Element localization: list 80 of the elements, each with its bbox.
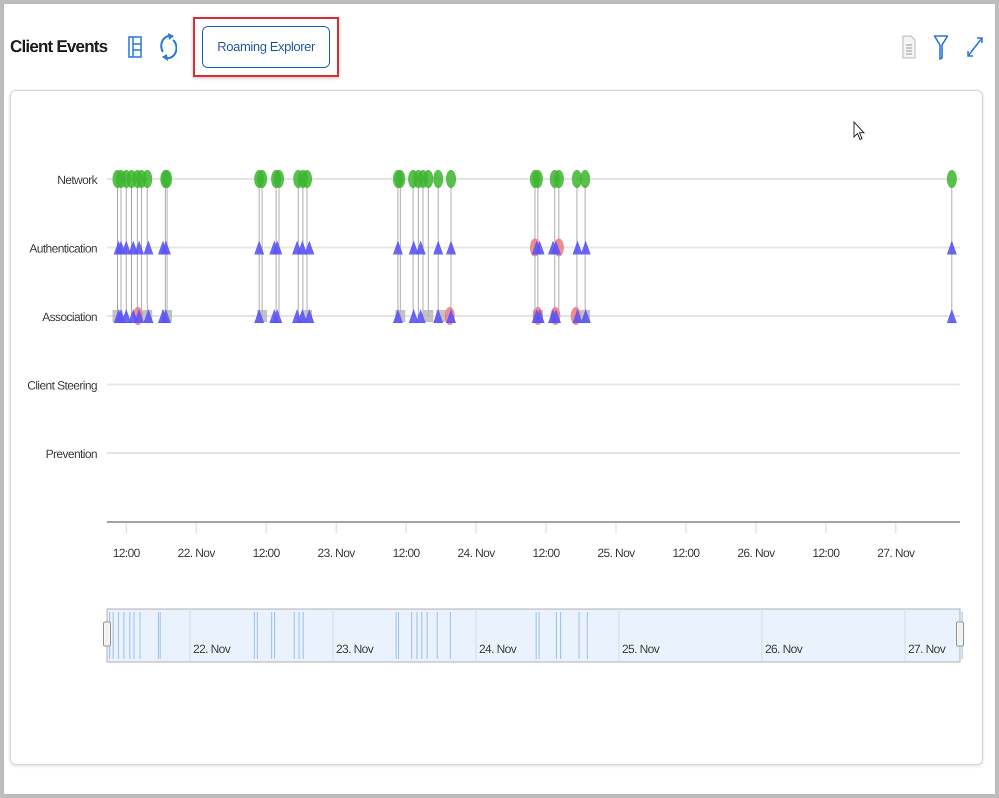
event-marker[interactable] xyxy=(580,170,590,188)
axis-label: 12:00 xyxy=(812,546,840,560)
range-handle[interactable] xyxy=(956,622,964,646)
event-marker[interactable] xyxy=(534,240,545,254)
pointer-cursor-icon xyxy=(853,121,865,141)
axis-label: Association xyxy=(42,310,97,324)
event-marker[interactable] xyxy=(254,309,264,323)
range-handle[interactable] xyxy=(103,622,111,646)
navigator-label: 22. Nov xyxy=(193,642,230,656)
event-marker[interactable] xyxy=(392,240,403,254)
event-marker[interactable] xyxy=(297,309,308,323)
event-marker[interactable] xyxy=(134,309,144,323)
axis-label: 12:00 xyxy=(112,546,140,560)
event-marker[interactable] xyxy=(446,170,456,188)
event-marker[interactable] xyxy=(302,170,312,188)
roaming-explorer-button[interactable]: Roaming Explorer xyxy=(202,26,330,68)
event-marker[interactable] xyxy=(297,240,308,254)
axis-label: Prevention xyxy=(46,447,97,461)
filter-icon[interactable] xyxy=(933,34,949,60)
refresh-icon[interactable] xyxy=(159,33,178,61)
event-marker[interactable] xyxy=(121,240,132,254)
event-marker[interactable] xyxy=(304,240,314,254)
event-marker[interactable] xyxy=(550,309,561,323)
event-marker[interactable] xyxy=(274,170,284,188)
navigator-label: 26. Nov xyxy=(764,642,802,656)
event-marker[interactable] xyxy=(416,309,426,323)
navigator-track[interactable] xyxy=(106,608,963,662)
event-marker[interactable] xyxy=(572,240,583,254)
page-title: Client Events xyxy=(10,36,108,58)
event-marker[interactable] xyxy=(272,309,282,323)
axis-label: 25. Nov xyxy=(597,546,635,560)
navigator-label: 27. Nov xyxy=(908,642,946,656)
event-marker[interactable] xyxy=(395,170,406,188)
navigator-label: 25. Nov xyxy=(622,642,660,656)
event-marker[interactable] xyxy=(423,170,434,188)
event-marker[interactable] xyxy=(304,309,314,323)
axis-label: 12:00 xyxy=(252,546,280,560)
event-marker[interactable] xyxy=(408,309,419,323)
axis-label: 23. Nov xyxy=(318,546,355,560)
axis-label: Client Steering xyxy=(27,378,97,392)
axis-label: 22. Nov xyxy=(178,546,215,560)
event-marker[interactable] xyxy=(134,240,144,254)
event-marker[interactable] xyxy=(416,240,426,254)
event-marker[interactable] xyxy=(142,170,152,188)
event-marker[interactable] xyxy=(121,309,132,323)
axis-label: 24. Nov xyxy=(458,546,495,560)
event-marker[interactable] xyxy=(572,170,582,188)
event-marker[interactable] xyxy=(554,170,564,188)
event-marker[interactable] xyxy=(392,309,403,323)
table-icon[interactable] xyxy=(127,35,144,59)
event-marker[interactable] xyxy=(580,240,591,254)
event-marker[interactable] xyxy=(433,170,444,188)
axis-label: 12:00 xyxy=(392,546,420,560)
event-marker[interactable] xyxy=(254,240,264,254)
event-marker[interactable] xyxy=(143,309,154,323)
event-marker[interactable] xyxy=(446,240,456,254)
axis-label: 26. Nov xyxy=(737,546,774,560)
event-marker[interactable] xyxy=(946,309,957,323)
event-marker[interactable] xyxy=(433,240,444,254)
event-marker[interactable] xyxy=(580,309,591,323)
axis-label: Authentication xyxy=(29,242,97,256)
event-marker[interactable] xyxy=(532,170,543,188)
event-marker[interactable] xyxy=(143,240,154,254)
event-marker[interactable] xyxy=(257,170,268,188)
event-marker[interactable] xyxy=(946,170,957,188)
axis-label: 27. Nov xyxy=(877,546,914,560)
event-marker[interactable] xyxy=(160,240,171,254)
event-marker[interactable] xyxy=(534,309,545,323)
event-marker[interactable] xyxy=(946,240,957,254)
event-marker[interactable] xyxy=(433,309,444,323)
expand-icon[interactable] xyxy=(965,35,985,59)
axis-label: Network xyxy=(57,173,97,187)
event-marker[interactable] xyxy=(160,309,171,323)
axis-label: 12:00 xyxy=(672,546,700,560)
event-marker[interactable] xyxy=(408,240,419,254)
navigator-label: 24. Nov xyxy=(478,642,516,656)
event-marker[interactable] xyxy=(272,240,282,254)
navigator-label: 23. Nov xyxy=(336,642,374,656)
event-marker[interactable] xyxy=(550,240,561,254)
axis-label: 12:00 xyxy=(532,546,560,560)
